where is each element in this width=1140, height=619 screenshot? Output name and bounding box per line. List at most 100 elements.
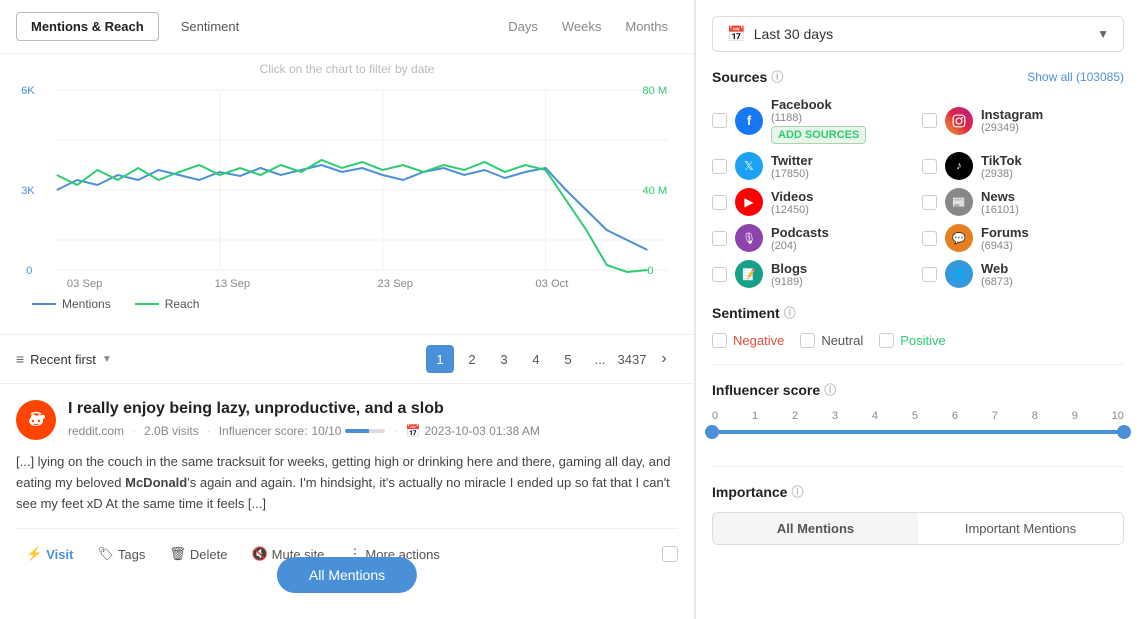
source-podcasts-checkbox[interactable] [712, 231, 727, 246]
importance-tab-important[interactable]: Important Mentions [918, 513, 1123, 544]
body-highlight: McDonald [125, 475, 187, 490]
right-panel: 📅 Last 30 days ▼ Sources ⓘ Show all (103… [696, 0, 1140, 619]
source-news-checkbox[interactable] [922, 195, 937, 210]
source-web-name: Web [981, 261, 1013, 276]
forums-icon: 💬 [945, 224, 973, 252]
date-picker-label: Last 30 days [754, 26, 833, 42]
source-videos: ▶ Videos (12450) [712, 188, 914, 216]
sort-chevron-icon: ▼ [102, 354, 112, 365]
source-tiktok: ♪ TikTok (2938) [922, 152, 1124, 180]
page-3[interactable]: 3 [490, 345, 518, 373]
date-picker[interactable]: 📅 Last 30 days ▼ [712, 16, 1124, 52]
source-instagram-info: Instagram (29349) [981, 107, 1043, 134]
positive-checkbox[interactable] [879, 333, 894, 348]
all-mentions-overlay[interactable]: All Mentions [277, 557, 417, 593]
chart-hint: Click on the chart to filter by date [16, 62, 678, 76]
source-videos-checkbox[interactable] [712, 195, 727, 210]
sources-grid: f Facebook (1188) ADD SOURCES Instagram … [712, 97, 1124, 288]
mention-select-checkbox[interactable] [662, 546, 678, 562]
score-tick-5: 5 [912, 410, 918, 422]
tiktok-icon: ♪ [945, 152, 973, 180]
sources-title-text: Sources [712, 69, 767, 85]
tab-sentiment[interactable]: Sentiment [167, 13, 254, 40]
influencer-slider[interactable] [712, 430, 1124, 450]
calendar-icon: 📅 [727, 25, 746, 43]
source-web-info: Web (6873) [981, 261, 1013, 288]
videos-icon: ▶ [735, 188, 763, 216]
mention-list-area: I really enjoy being lazy, unproductive,… [0, 384, 694, 619]
source-tiktok-count: (2938) [981, 168, 1022, 180]
page-2[interactable]: 2 [458, 345, 486, 373]
tab-mentions-reach[interactable]: Mentions & Reach [16, 12, 159, 41]
source-instagram-checkbox[interactable] [922, 113, 937, 128]
source-facebook-checkbox[interactable] [712, 113, 727, 128]
sort-label: Recent first [30, 352, 96, 367]
tags-button[interactable]: 🏷 Tags [87, 541, 155, 567]
source-blogs-name: Blogs [771, 261, 807, 276]
facebook-icon: f [735, 107, 763, 135]
chart-legend: Mentions Reach [16, 293, 678, 319]
sort-bar: ≡ Recent first ▼ 1 2 3 4 5 ... 3437 › [0, 334, 694, 384]
negative-label: Negative [733, 333, 784, 348]
sources-title: Sources ⓘ [712, 68, 783, 85]
score-thumb-right[interactable] [1117, 425, 1131, 439]
score-tick-9: 9 [1072, 410, 1078, 422]
legend-reach: Reach [135, 297, 200, 311]
influencer-info-icon: ⓘ [824, 381, 836, 398]
sentiment-header: Sentiment ⓘ [712, 304, 1124, 321]
legend-mentions-label: Mentions [62, 297, 111, 311]
reddit-avatar [16, 400, 56, 440]
chart-svg[interactable]: 6K 3K 0 80 M 40 M 0 03 Sep 13 Sep 23 Sep… [16, 80, 678, 290]
chevron-down-icon: ▼ [1097, 27, 1109, 41]
date-tabs: Days Weeks Months [498, 15, 678, 38]
source-web-checkbox[interactable] [922, 267, 937, 282]
source-facebook-name: Facebook [771, 97, 866, 112]
mention-header: I really enjoy being lazy, unproductive,… [16, 400, 678, 440]
score-tick-8: 8 [1032, 410, 1038, 422]
date-tab-days[interactable]: Days [498, 15, 548, 38]
score-thumb-left[interactable] [705, 425, 719, 439]
sentiment-positive[interactable]: Positive [879, 333, 946, 348]
news-icon: 📰 [945, 188, 973, 216]
source-blogs-info: Blogs (9189) [771, 261, 807, 288]
source-videos-info: Videos (12450) [771, 189, 813, 216]
sort-button[interactable]: ≡ Recent first ▼ [16, 351, 112, 367]
add-sources-button[interactable]: ADD SOURCES [771, 126, 866, 144]
importance-tab-all[interactable]: All Mentions [713, 513, 918, 544]
meta-dot-3: · [393, 424, 397, 438]
page-last[interactable]: 3437 [618, 345, 646, 373]
sentiment-neutral[interactable]: Neutral [800, 333, 863, 348]
source-tiktok-checkbox[interactable] [922, 159, 937, 174]
sentiment-info-icon: ⓘ [784, 304, 796, 321]
mention-body: [...] lying on the couch in the same tra… [16, 452, 678, 514]
negative-checkbox[interactable] [712, 333, 727, 348]
date-tab-weeks[interactable]: Weeks [552, 15, 612, 38]
source-forums-checkbox[interactable] [922, 231, 937, 246]
source-twitter-name: Twitter [771, 153, 813, 168]
visit-label: Visit [46, 547, 73, 562]
date-tab-months[interactable]: Months [615, 15, 678, 38]
score-bar-mini [345, 429, 385, 433]
svg-text:40 M: 40 M [642, 185, 667, 197]
delete-button[interactable]: 🗑 Delete [159, 541, 237, 567]
source-blogs-checkbox[interactable] [712, 267, 727, 282]
page-4[interactable]: 4 [522, 345, 550, 373]
sentiment-options: Negative Neutral Positive [712, 333, 1124, 348]
score-tick-1: 1 [752, 410, 758, 422]
visit-button[interactable]: ⚡ Visit [16, 541, 83, 567]
page-1[interactable]: 1 [426, 345, 454, 373]
show-all-button[interactable]: Show all (103085) [1027, 70, 1124, 84]
mentions-line [32, 303, 56, 305]
meta-dot-1: · [132, 424, 136, 438]
page-5[interactable]: 5 [554, 345, 582, 373]
neutral-checkbox[interactable] [800, 333, 815, 348]
sentiment-negative[interactable]: Negative [712, 333, 784, 348]
importance-section: Importance ⓘ All Mentions Important Ment… [712, 483, 1124, 545]
delete-label: Delete [190, 547, 228, 562]
influencer-title: Influencer score ⓘ [712, 381, 836, 398]
page-next-btn[interactable]: › [650, 345, 678, 373]
source-forums-info: Forums (6943) [981, 225, 1029, 252]
reach-line [135, 303, 159, 305]
score-fill [712, 430, 1124, 434]
source-twitter-checkbox[interactable] [712, 159, 727, 174]
